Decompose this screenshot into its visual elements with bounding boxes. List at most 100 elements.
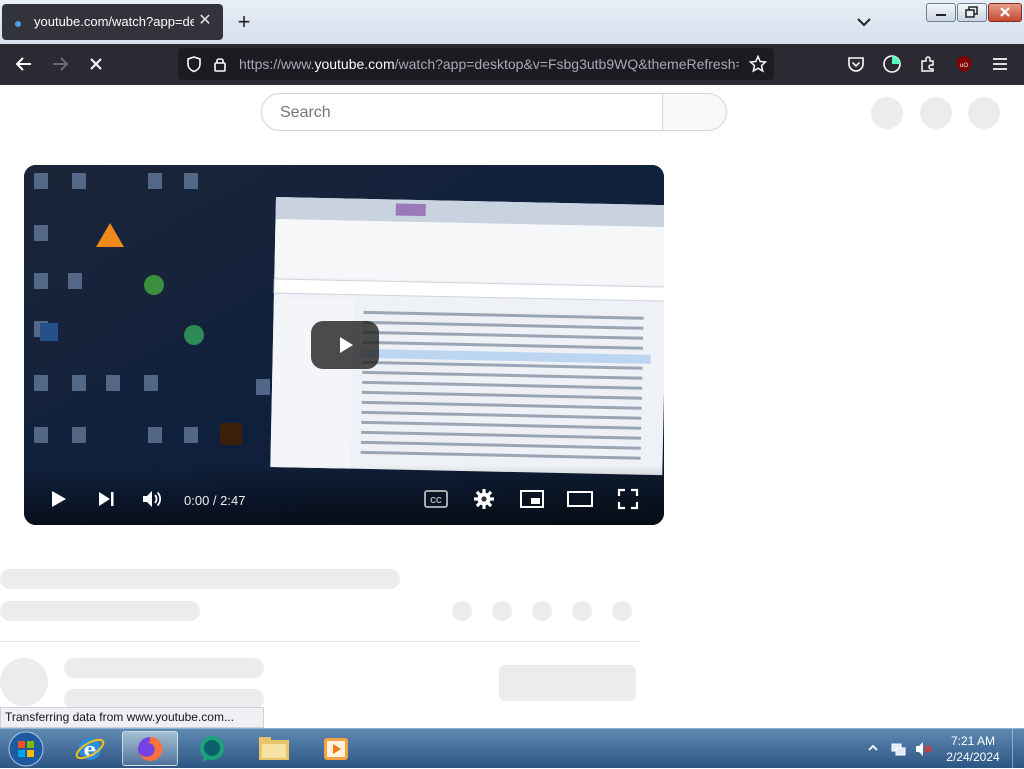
placeholder-avatar-1: [871, 97, 903, 129]
minimize-icon: [936, 14, 946, 16]
arrow-right-icon: [53, 57, 69, 71]
player-controls: 0:00 / 2:47 CC: [24, 465, 664, 525]
play-icon: [340, 337, 353, 353]
stop-loading-button[interactable]: [84, 52, 108, 76]
arrow-left-icon: [15, 57, 31, 71]
title-placeholder: [0, 569, 400, 589]
channel-placeholder: [0, 601, 200, 621]
settings-button[interactable]: [468, 483, 500, 515]
windows-taskbar: e 7:21 AM 2/24/2024: [0, 728, 1024, 769]
extensions-button[interactable]: [916, 52, 940, 76]
fullscreen-icon: [617, 488, 639, 510]
system-clock[interactable]: 7:21 AM 2/24/2024: [938, 733, 1008, 765]
lock-icon[interactable]: [208, 52, 232, 76]
star-icon: [749, 55, 767, 73]
tab-title: youtube.com/watch?app=desktop&v=Fsbg3utb…: [34, 14, 194, 29]
start-button[interactable]: [0, 731, 52, 766]
tab-youtube[interactable]: youtube.com/watch?app=desktop&v=Fsbg3utb…: [2, 4, 223, 40]
play-button[interactable]: [42, 483, 74, 515]
chevron-up-icon: [868, 744, 878, 751]
pocket-icon: [848, 57, 864, 72]
fullscreen-button[interactable]: [612, 483, 644, 515]
network-icon: [891, 743, 906, 756]
channel-name-placeholder: [64, 658, 264, 678]
browser-tab-strip: youtube.com/watch?app=desktop&v=Fsbg3utb…: [0, 0, 1024, 44]
url-text[interactable]: https://www.youtube.com/watch?app=deskto…: [239, 56, 739, 72]
action-placeholder-5: [612, 601, 632, 621]
play-icon: [52, 491, 66, 507]
internet-explorer-icon: e: [75, 737, 105, 761]
chat-bubble-icon: [200, 735, 224, 762]
miniplayer-icon: [520, 490, 544, 508]
search-button[interactable]: [663, 93, 727, 131]
list-all-tabs-button[interactable]: [854, 12, 874, 32]
restore-icon: [965, 6, 978, 18]
bookmark-star-button[interactable]: [746, 52, 770, 76]
forward-button[interactable]: [48, 52, 72, 76]
taskbar-chat-app[interactable]: [184, 731, 240, 766]
restore-button[interactable]: [957, 3, 987, 22]
divider: [0, 641, 640, 642]
subtitles-button[interactable]: CC: [420, 483, 452, 515]
action-placeholder-3: [532, 601, 552, 621]
skip-next-icon: [99, 492, 114, 506]
theater-mode-button[interactable]: [564, 483, 596, 515]
stop-icon: [90, 58, 102, 70]
volume-tray-icon[interactable]: [914, 740, 932, 763]
show-hidden-icons-button[interactable]: [866, 741, 880, 760]
address-bar[interactable]: https://www.youtube.com/watch?app=deskto…: [178, 48, 774, 80]
taskbar-file-explorer[interactable]: [246, 731, 302, 766]
miniplayer-button[interactable]: [516, 483, 548, 515]
action-placeholder-1: [452, 601, 472, 621]
navigation-toolbar: https://www.youtube.com/watch?app=deskto…: [0, 44, 1024, 85]
firefox-icon: [138, 736, 163, 761]
tracking-protection-shield-icon[interactable]: [182, 52, 206, 76]
taskbar-firefox[interactable]: [122, 731, 178, 766]
menu-button[interactable]: [988, 52, 1012, 76]
url-path: /watch?app=desktop&v=Fsbg3utb9WQ&themeRe…: [394, 56, 739, 72]
windows-start-orb-icon: [8, 731, 44, 766]
firefox-account-button[interactable]: [880, 52, 904, 76]
url-host: youtube.com: [314, 56, 395, 72]
clock-time: 7:21 AM: [950, 734, 996, 748]
window-close-button[interactable]: [988, 3, 1022, 22]
big-play-button[interactable]: [311, 321, 379, 369]
volume-muted-icon: [916, 742, 932, 756]
account-icon: [883, 55, 901, 73]
chevron-down-icon: [857, 18, 871, 27]
folder-icon: [259, 736, 289, 760]
network-tray-icon[interactable]: [890, 740, 908, 763]
clock-date: 2/24/2024: [946, 750, 1000, 764]
taskbar-internet-explorer[interactable]: e: [62, 731, 118, 766]
close-icon: [1000, 7, 1010, 17]
video-player[interactable]: 0:00 / 2:47 CC: [24, 165, 664, 525]
closed-captions-icon: CC: [424, 490, 448, 508]
back-button[interactable]: [12, 52, 36, 76]
new-tab-button[interactable]: +: [232, 10, 256, 34]
next-video-button[interactable]: [90, 483, 122, 515]
hamburger-menu-icon: [993, 58, 1007, 70]
mute-button[interactable]: [136, 483, 168, 515]
search-input[interactable]: [278, 94, 652, 132]
loading-indicator-icon: [15, 21, 21, 27]
search-box[interactable]: [261, 93, 663, 132]
status-panel: Transferring data from www.youtube.com..…: [0, 707, 264, 728]
media-player-icon: [324, 737, 348, 760]
time-display: 0:00 / 2:47: [184, 493, 246, 508]
subscriber-placeholder: [64, 689, 264, 709]
placeholder-avatar-3: [968, 97, 1000, 129]
ublock-shield-icon: uO: [957, 56, 971, 72]
volume-icon: [143, 491, 162, 507]
taskbar-media-player[interactable]: [308, 731, 364, 766]
ublock-origin-button[interactable]: uO: [952, 52, 976, 76]
subscribe-button-placeholder: [499, 665, 636, 701]
channel-avatar-placeholder: [0, 658, 48, 706]
url-prefix: https://www.: [239, 56, 315, 72]
pocket-button[interactable]: [844, 52, 868, 76]
show-desktop-button[interactable]: [1012, 729, 1024, 769]
minimize-button[interactable]: [926, 3, 956, 22]
gear-icon: [474, 489, 494, 509]
youtube-page: 0:00 / 2:47 CC: [0, 85, 1024, 728]
theater-icon: [567, 491, 593, 507]
tab-close-icon[interactable]: ✕: [195, 11, 215, 31]
